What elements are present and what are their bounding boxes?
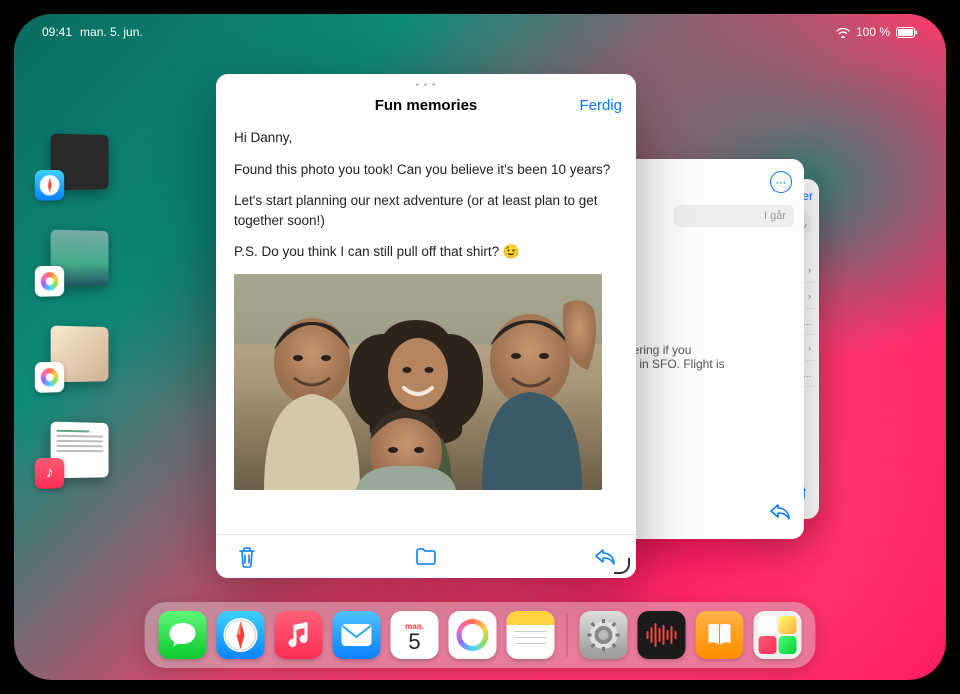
mail-line: Let's start planning our next adventure … bbox=[234, 191, 618, 230]
reply-icon[interactable] bbox=[770, 504, 790, 525]
message-snippet: m in SFO. Flight is bbox=[626, 357, 792, 371]
done-button[interactable]: Ferdig bbox=[579, 97, 622, 114]
mail-window[interactable]: • • • Fun memories Ferdig Hi Danny, Foun… bbox=[216, 74, 636, 578]
stage-item-photos[interactable] bbox=[33, 229, 102, 299]
dock-messages[interactable] bbox=[159, 611, 207, 659]
bg-window-message[interactable]: ⋯ I går dering if you m in SFO. Flight i… bbox=[614, 159, 804, 539]
battery-percent: 100 % bbox=[856, 25, 890, 39]
more-icon[interactable]: ⋯ bbox=[770, 171, 792, 193]
dock-settings[interactable] bbox=[580, 611, 628, 659]
mail-line: Found this photo you took! Can you belie… bbox=[234, 160, 618, 180]
mail-toolbar bbox=[216, 534, 636, 578]
mail-header: Fun memories Ferdig bbox=[216, 91, 636, 124]
dock-mail[interactable] bbox=[333, 611, 381, 659]
dock-divider bbox=[567, 613, 568, 657]
stage-item-safari[interactable] bbox=[33, 133, 102, 203]
mail-body[interactable]: Hi Danny, Found this photo you took! Can… bbox=[216, 124, 636, 534]
dock-music[interactable] bbox=[275, 611, 323, 659]
dock-photos[interactable] bbox=[449, 611, 497, 659]
stage-item-music[interactable]: ♪ bbox=[33, 421, 102, 491]
wifi-icon bbox=[836, 27, 850, 38]
mail-line: P.S. Do you think I can still pull off t… bbox=[234, 242, 618, 262]
dock-safari[interactable] bbox=[217, 611, 265, 659]
dock: man. 5 bbox=[145, 602, 816, 668]
stage-item-photo-viewer[interactable] bbox=[33, 325, 102, 395]
dock-books[interactable] bbox=[696, 611, 744, 659]
resize-handle-icon[interactable] bbox=[612, 556, 630, 574]
mail-greeting: Hi Danny, bbox=[234, 128, 618, 148]
bg-timestamp: I går bbox=[674, 205, 794, 227]
photos-icon bbox=[35, 266, 64, 297]
calendar-day: 5 bbox=[408, 631, 420, 653]
folder-icon[interactable] bbox=[415, 546, 437, 568]
safari-icon bbox=[35, 170, 64, 201]
status-bar: 09:41 man. 5. jun. 100 % bbox=[14, 22, 946, 42]
dock-calendar[interactable]: man. 5 bbox=[391, 611, 439, 659]
screen: 09:41 man. 5. jun. 100 % bbox=[14, 14, 946, 680]
status-date: man. 5. jun. bbox=[80, 25, 143, 39]
ipad-frame: 09:41 man. 5. jun. 100 % bbox=[0, 0, 960, 694]
dock-app-library[interactable] bbox=[754, 611, 802, 659]
wink-emoji-icon: 😉 bbox=[503, 244, 520, 259]
message-snippet: dering if you bbox=[626, 343, 792, 357]
mail-attached-photo[interactable] bbox=[234, 274, 602, 490]
window-grabber-icon[interactable]: • • • bbox=[415, 80, 436, 91]
status-time: 09:41 bbox=[42, 25, 72, 39]
trash-icon[interactable] bbox=[236, 546, 258, 568]
dock-voice-memos[interactable] bbox=[638, 611, 686, 659]
stage-manager-strip: ♪ bbox=[32, 134, 122, 490]
music-icon: ♪ bbox=[35, 458, 64, 489]
photos-icon bbox=[35, 362, 64, 393]
mail-title: Fun memories bbox=[228, 97, 624, 114]
dock-notes[interactable] bbox=[507, 611, 555, 659]
battery-icon bbox=[896, 27, 918, 38]
